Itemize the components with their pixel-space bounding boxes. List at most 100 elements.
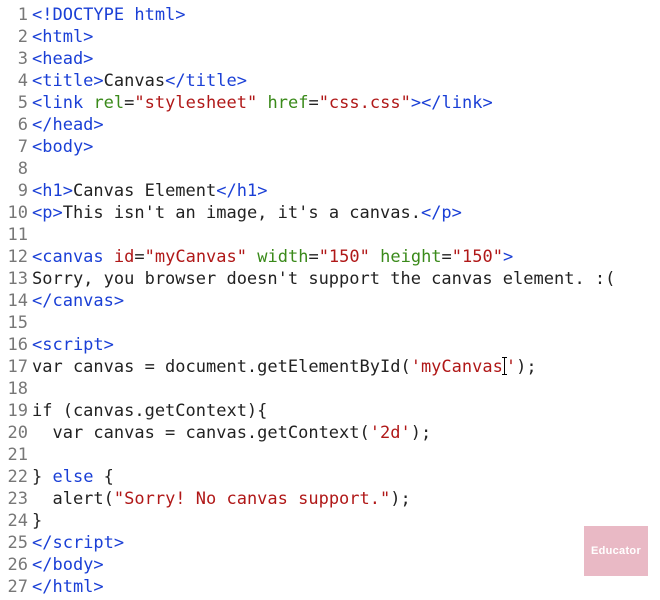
code-line[interactable]: 22} else {: [0, 466, 660, 488]
line-number: 4: [0, 70, 32, 92]
code-line[interactable]: 17var canvas = document.getElementById('…: [0, 356, 660, 378]
token-tag: <h1>: [32, 181, 73, 201]
code-line[interactable]: 25</script>: [0, 532, 660, 554]
code-line[interactable]: 15: [0, 312, 660, 334]
line-number: 12: [0, 246, 32, 268]
token-tag: <title>: [32, 71, 104, 91]
token-punct: =: [308, 247, 318, 267]
line-content[interactable]: var canvas = document.getElementById('my…: [32, 356, 660, 378]
line-content[interactable]: <script>: [32, 334, 660, 356]
token-text: var canvas = document.getElementById(: [32, 357, 411, 377]
token-tag: </canvas>: [32, 291, 124, 311]
line-content[interactable]: </head>: [32, 114, 660, 136]
token-tag: <body>: [32, 137, 93, 157]
line-number: 3: [0, 48, 32, 70]
line-content[interactable]: }: [32, 510, 660, 532]
token-tag: <!DOCTYPE html>: [32, 5, 186, 25]
code-line[interactable]: 23 alert("Sorry! No canvas support.");: [0, 488, 660, 510]
line-content[interactable]: [32, 378, 660, 400]
line-content[interactable]: Sorry, you browser doesn't support the c…: [32, 268, 660, 290]
token-tag: >: [503, 247, 513, 267]
code-line[interactable]: 24}: [0, 510, 660, 532]
token-text: }: [32, 511, 42, 531]
code-lines[interactable]: 1<!DOCTYPE html>2<html>3<head>4<title>Ca…: [0, 4, 660, 598]
line-content[interactable]: <p>This isn't an image, it's a canvas.</…: [32, 202, 660, 224]
line-content[interactable]: [32, 158, 660, 180]
line-content[interactable]: </html>: [32, 576, 660, 598]
line-content[interactable]: <link rel="stylesheet" href="css.css"></…: [32, 92, 660, 114]
line-content[interactable]: if (canvas.getContext){: [32, 400, 660, 422]
line-content[interactable]: <body>: [32, 136, 660, 158]
line-content[interactable]: <!DOCTYPE html>: [32, 4, 660, 26]
line-content[interactable]: var canvas = canvas.getContext('2d');: [32, 422, 660, 444]
token-attr-green: width: [257, 247, 308, 267]
code-line[interactable]: 3<head>: [0, 48, 660, 70]
token-punct: =: [308, 93, 318, 113]
line-content[interactable]: } else {: [32, 466, 660, 488]
line-number: 11: [0, 224, 32, 246]
line-number: 26: [0, 554, 32, 576]
code-line[interactable]: 2<html>: [0, 26, 660, 48]
token-text: [104, 247, 114, 267]
line-number: 21: [0, 444, 32, 466]
token-text: );: [516, 357, 536, 377]
line-number: 2: [0, 26, 32, 48]
line-number: 27: [0, 576, 32, 598]
code-line[interactable]: 6</head>: [0, 114, 660, 136]
code-line[interactable]: 18: [0, 378, 660, 400]
line-content[interactable]: <html>: [32, 26, 660, 48]
token-tag: </p>: [421, 203, 462, 223]
line-content[interactable]: alert("Sorry! No canvas support.");: [32, 488, 660, 510]
watermark-label: Educator: [591, 540, 641, 562]
token-string: ': [506, 357, 516, 377]
line-content[interactable]: [32, 444, 660, 466]
line-content[interactable]: [32, 224, 660, 246]
line-content[interactable]: <canvas id="myCanvas" width="150" height…: [32, 246, 660, 268]
line-content[interactable]: </canvas>: [32, 290, 660, 312]
token-tag: </script>: [32, 533, 124, 553]
code-line[interactable]: 14</canvas>: [0, 290, 660, 312]
token-punct: =: [134, 247, 144, 267]
code-line[interactable]: 16<script>: [0, 334, 660, 356]
code-line[interactable]: 7<body>: [0, 136, 660, 158]
code-line[interactable]: 19if (canvas.getContext){: [0, 400, 660, 422]
token-tag: else: [52, 467, 93, 487]
code-editor[interactable]: 1<!DOCTYPE html>2<html>3<head>4<title>Ca…: [0, 0, 660, 600]
line-number: 13: [0, 268, 32, 290]
code-line[interactable]: 27</html>: [0, 576, 660, 598]
token-punct: =: [124, 93, 134, 113]
line-number: 25: [0, 532, 32, 554]
code-line[interactable]: 8: [0, 158, 660, 180]
line-number: 10: [0, 202, 32, 224]
code-line[interactable]: 21: [0, 444, 660, 466]
line-number: 19: [0, 400, 32, 422]
line-number: 8: [0, 158, 32, 180]
line-content[interactable]: </script>: [32, 532, 660, 554]
code-line[interactable]: 10<p>This isn't an image, it's a canvas.…: [0, 202, 660, 224]
line-content[interactable]: <title>Canvas</title>: [32, 70, 660, 92]
line-content[interactable]: </body>: [32, 554, 660, 576]
code-line[interactable]: 4<title>Canvas</title>: [0, 70, 660, 92]
line-content[interactable]: [32, 312, 660, 334]
token-text: alert(: [32, 489, 114, 509]
token-tag: </head>: [32, 115, 104, 135]
token-text: );: [390, 489, 410, 509]
code-line[interactable]: 1<!DOCTYPE html>: [0, 4, 660, 26]
line-content[interactable]: <h1>Canvas Element</h1>: [32, 180, 660, 202]
code-line[interactable]: 13Sorry, you browser doesn't support the…: [0, 268, 660, 290]
code-line[interactable]: 9<h1>Canvas Element</h1>: [0, 180, 660, 202]
token-tag: </title>: [165, 71, 247, 91]
code-line[interactable]: 12<canvas id="myCanvas" width="150" heig…: [0, 246, 660, 268]
code-line[interactable]: 11: [0, 224, 660, 246]
code-line[interactable]: 5<link rel="stylesheet" href="css.css"><…: [0, 92, 660, 114]
token-text: This isn't an image, it's a canvas.: [63, 203, 421, 223]
code-line[interactable]: 26</body>: [0, 554, 660, 576]
token-string: "myCanvas": [145, 247, 247, 267]
token-tag: <p>: [32, 203, 63, 223]
code-line[interactable]: 20 var canvas = canvas.getContext('2d');: [0, 422, 660, 444]
line-content[interactable]: <head>: [32, 48, 660, 70]
token-punct: =: [442, 247, 452, 267]
educator-watermark: Educator: [584, 526, 648, 576]
line-number: 22: [0, 466, 32, 488]
token-text: [370, 247, 380, 267]
